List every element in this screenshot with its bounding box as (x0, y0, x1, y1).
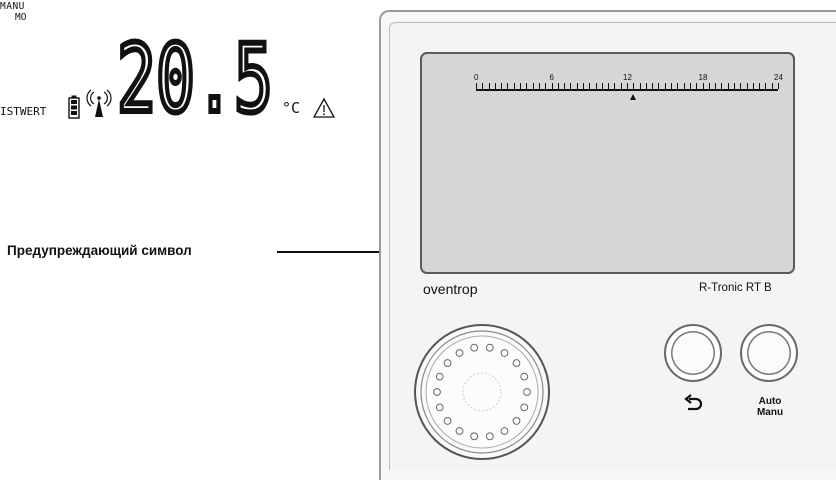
model-name: R-Tronic RT B (699, 282, 772, 294)
knob-dot (435, 372, 444, 381)
battery-icon (68, 95, 81, 119)
back-button[interactable] (664, 324, 722, 382)
timeline-label: 0 (474, 73, 479, 82)
knob-dot (523, 388, 531, 396)
timeline-label: 12 (623, 73, 632, 82)
timeline-label: 18 (698, 73, 708, 82)
rotary-knob[interactable] (413, 323, 551, 461)
knob-dot (485, 343, 494, 352)
knob-dot (470, 432, 479, 441)
temperature-readout: 20.5 (114, 22, 276, 137)
mode-manu-text: MANU (0, 1, 25, 12)
knob-dot (512, 359, 521, 367)
knob-dot (455, 349, 464, 357)
time-marker (630, 94, 637, 100)
knob-dot (520, 372, 529, 381)
knob-dot (512, 417, 521, 425)
timeline-label: 6 (549, 73, 554, 82)
mode-day-text: MO (15, 12, 27, 23)
knob-dot (443, 417, 452, 425)
auto-manu-label: Auto Manu (756, 396, 784, 418)
knob-dot (500, 427, 509, 435)
istwert-label: ISTWERT (0, 105, 47, 118)
knob-dot (470, 343, 479, 352)
knob-dot (433, 388, 441, 396)
knob-dot (435, 403, 444, 412)
knob-dot (485, 432, 494, 441)
temperature-value: 20.5 (117, 29, 273, 119)
brand-logo-text: oventrop (423, 281, 478, 297)
timeline-label: 24 (774, 73, 783, 82)
knob-dot (443, 359, 452, 367)
setpoint-label-text: ISTWERT (0, 105, 47, 118)
unit-text: °C (282, 99, 300, 117)
mode-indicator: MANU MO (0, 1, 27, 23)
timeline-baseline (476, 89, 778, 91)
warning-icon (313, 97, 336, 118)
callout-label: Предупреждающий символ (7, 243, 192, 258)
auto-manu-button[interactable] (740, 324, 798, 382)
back-arrow-icon (684, 394, 703, 411)
temperature-unit: °C (282, 99, 300, 117)
knob-dot (455, 427, 464, 435)
knob-dot (500, 349, 509, 357)
timeline-tick (778, 83, 779, 89)
knob-dot (520, 403, 529, 412)
radio-signal-icon (86, 89, 112, 117)
